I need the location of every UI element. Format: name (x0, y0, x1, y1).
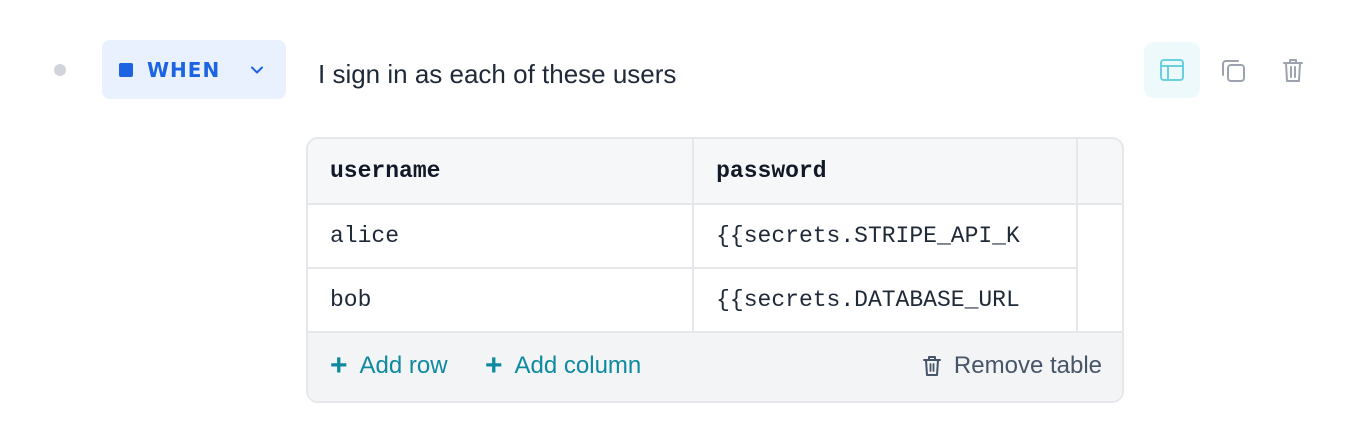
plus-icon: + (330, 349, 348, 382)
step-bullet (54, 64, 66, 76)
plus-icon: + (485, 349, 503, 382)
duplicate-button[interactable] (1205, 42, 1261, 98)
data-table-card: username password alice {{secrets.STRIPE… (306, 137, 1124, 403)
chevron-down-icon (251, 66, 263, 74)
add-column-button[interactable]: + Add column (485, 349, 642, 382)
table-side-spacer (1076, 204, 1122, 268)
table-cell[interactable]: {{secrets.STRIPE_API_K (693, 204, 1078, 269)
remove-table-button[interactable]: Remove table (922, 352, 1102, 380)
data-table: username password alice {{secrets.STRIPE… (308, 139, 1122, 333)
keyword-color-icon (119, 62, 133, 77)
column-header-spacer (1076, 139, 1122, 205)
table-header-row: username password (308, 139, 1122, 205)
column-header[interactable]: password (693, 139, 1078, 205)
step-text[interactable]: I sign in as each of these users (318, 58, 676, 90)
keyword-dropdown[interactable]: WHEN (102, 40, 286, 99)
layout-icon (1160, 59, 1184, 81)
trash-icon (1283, 59, 1303, 82)
delete-step-button[interactable] (1265, 42, 1321, 98)
add-column-label: Add column (514, 352, 642, 379)
remove-table-label: Remove table (953, 352, 1102, 379)
column-header[interactable]: username (308, 139, 695, 205)
table-side-spacer (1076, 268, 1122, 332)
keyword-label: WHEN (147, 57, 221, 82)
trash-icon (922, 356, 941, 376)
copy-icon (1222, 60, 1245, 82)
table-footer: + Add row + Add column Remove table (308, 331, 1122, 401)
add-row-button[interactable]: + Add row (330, 349, 448, 382)
layout-button[interactable] (1144, 42, 1200, 98)
add-row-label: Add row (359, 352, 448, 379)
table-cell[interactable]: {{secrets.DATABASE_URL (693, 268, 1078, 333)
table-row: bob {{secrets.DATABASE_URL (308, 268, 1122, 333)
table-row: alice {{secrets.STRIPE_API_K (308, 204, 1122, 269)
table-cell[interactable]: bob (308, 268, 695, 333)
table-cell[interactable]: alice (308, 204, 695, 269)
